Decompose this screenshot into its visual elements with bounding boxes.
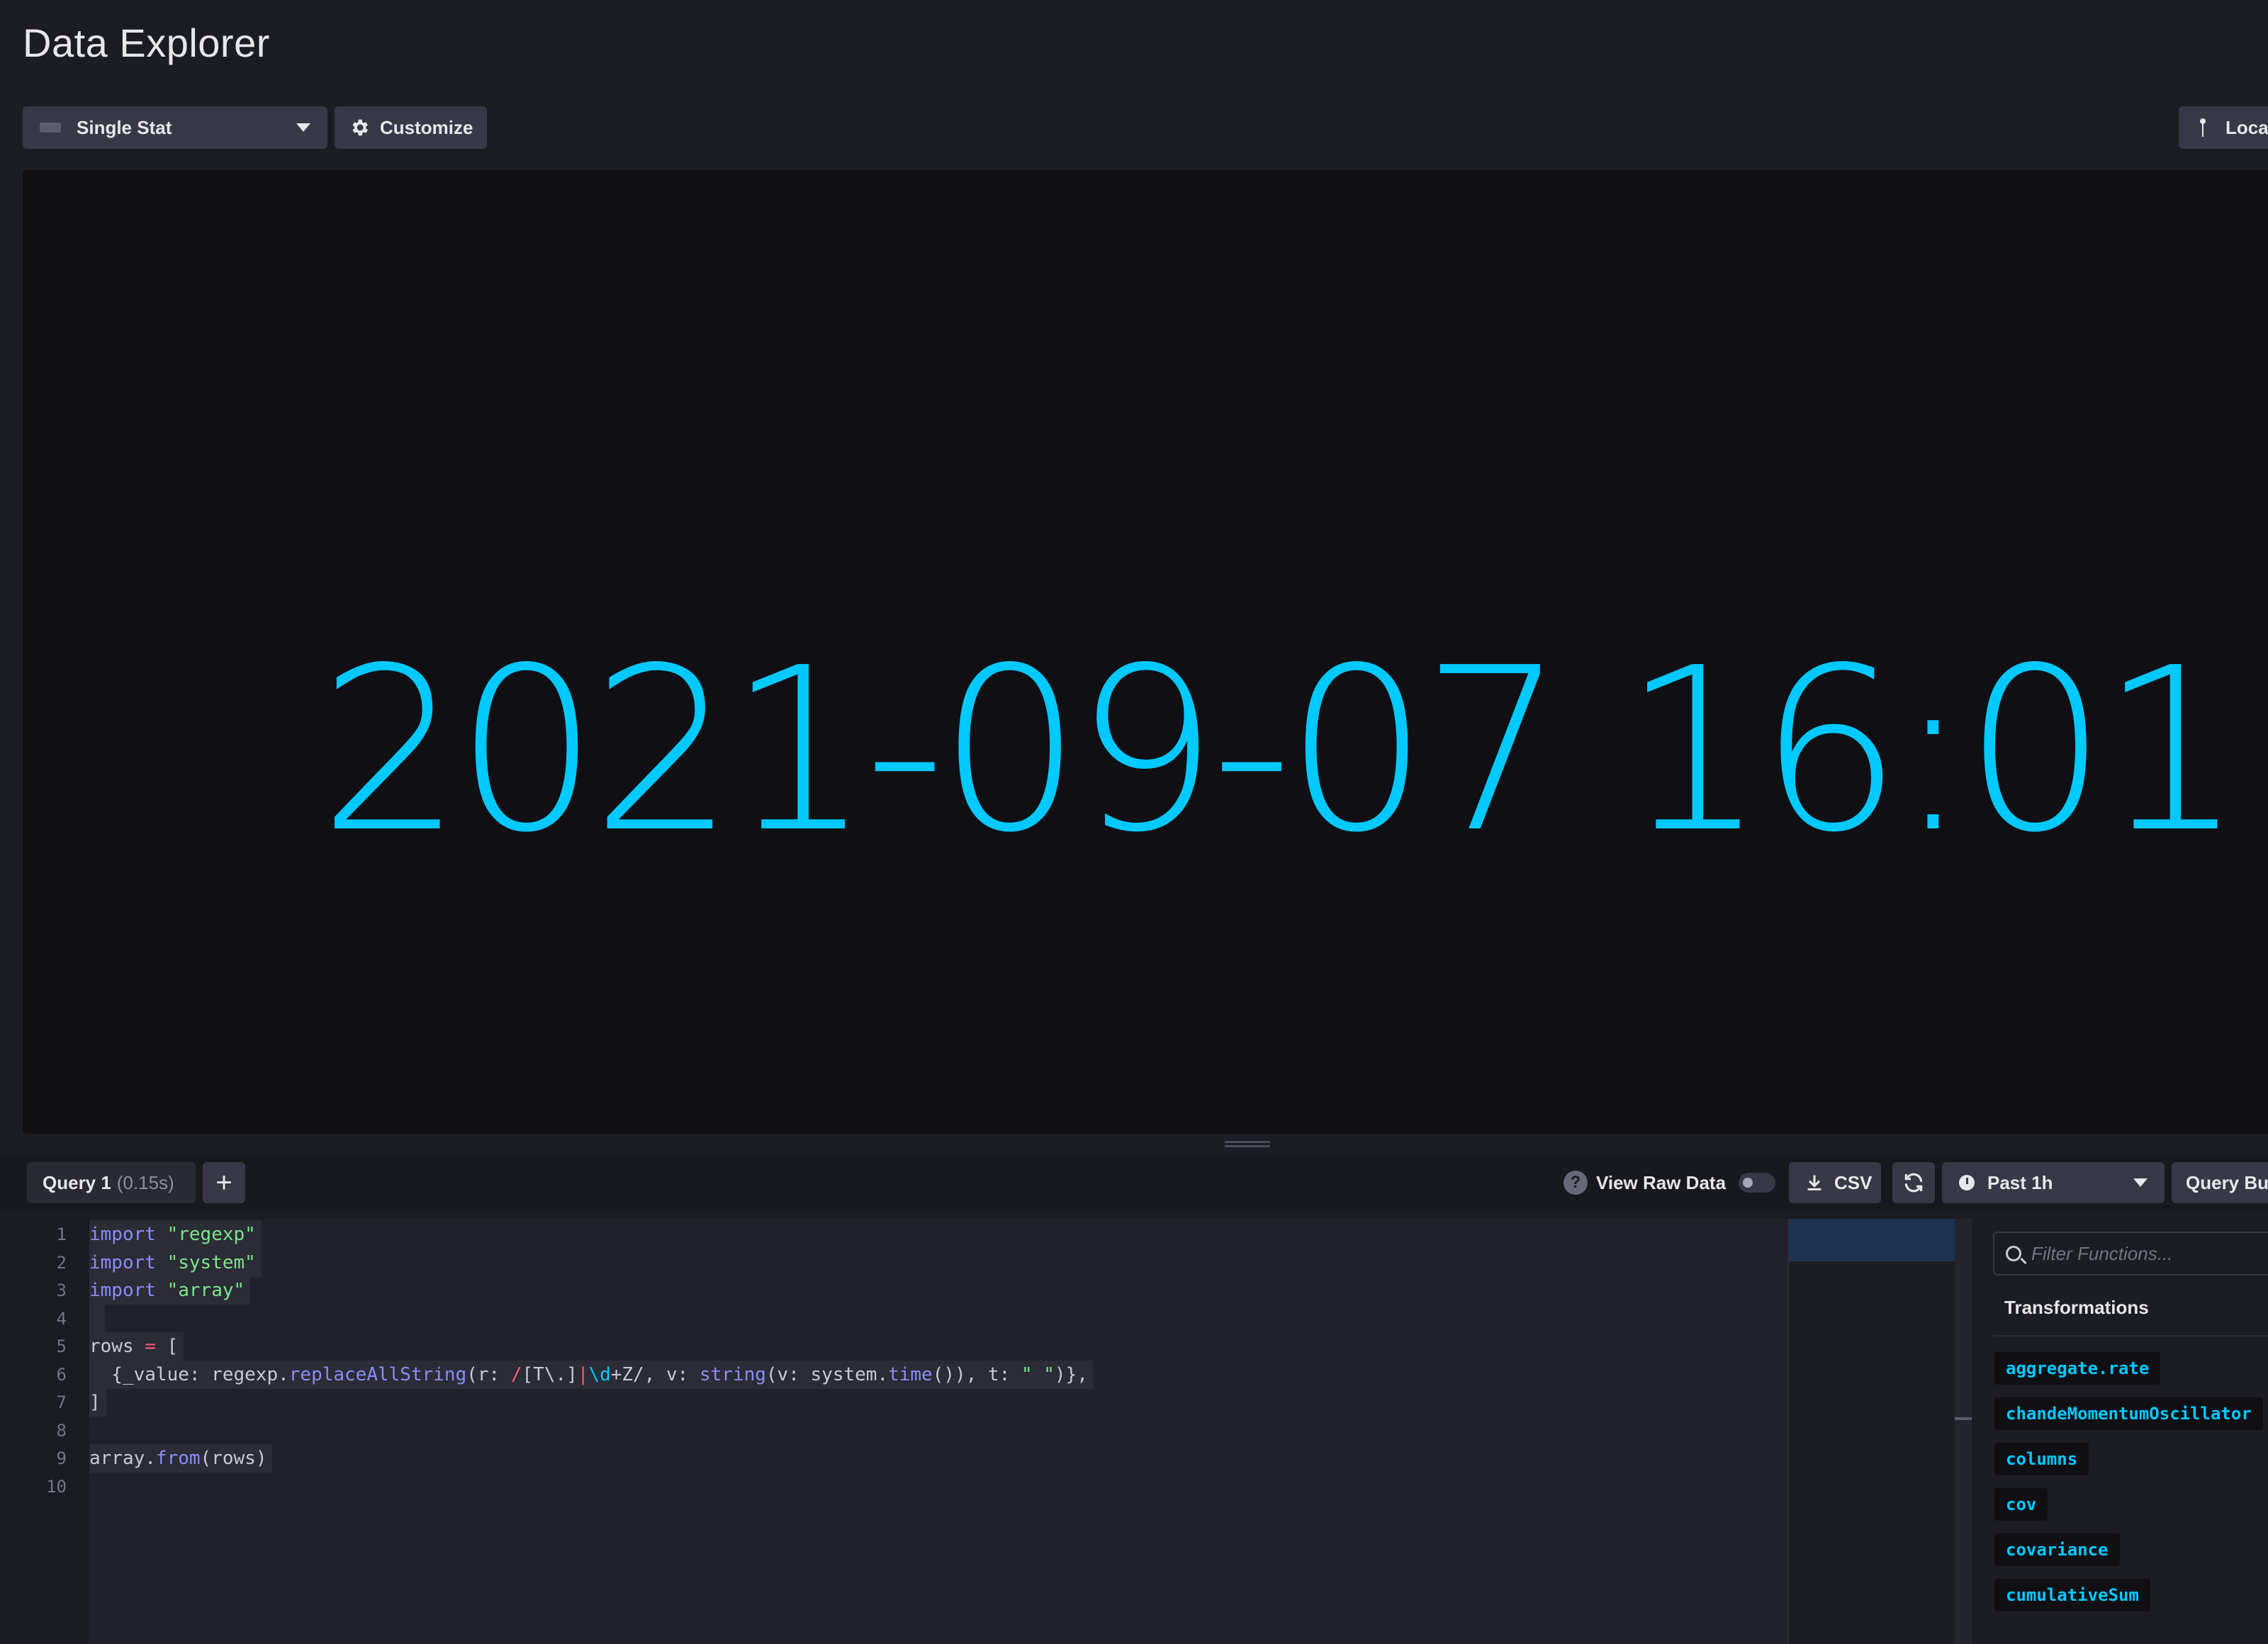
code-line[interactable]: array.from(rows) <box>89 1444 273 1473</box>
clock-icon <box>1959 1175 1975 1190</box>
query-builder-button[interactable]: Query Bui <box>2172 1162 2268 1203</box>
code-line[interactable] <box>89 1304 105 1333</box>
divider <box>1993 1335 2268 1336</box>
line-number: 10 <box>46 1476 67 1497</box>
view-raw-data: ? View Raw Data <box>1564 1162 1776 1203</box>
code-line[interactable]: import "array" <box>89 1276 251 1305</box>
code-line[interactable] <box>89 1473 95 1501</box>
code-line[interactable] <box>89 1417 95 1445</box>
query-bar: Query 1 (0.15s) + ? View Raw Data CSV Pa… <box>0 1156 2268 1209</box>
customize-label: Customize <box>380 116 473 138</box>
single-stat-value: 2021-09-07 16:01:19 <box>319 619 2268 882</box>
function-item[interactable]: columns <box>1994 1443 2089 1475</box>
chevron-down-icon <box>296 123 310 132</box>
line-number: 9 <box>56 1448 67 1468</box>
functions-panel: Filter Functions... Transformations aggr… <box>1980 1219 2268 1644</box>
function-item[interactable]: cumulativeSum <box>1994 1579 2150 1611</box>
line-number: 2 <box>56 1252 67 1273</box>
line-number: 1 <box>56 1224 67 1244</box>
timezone-dropdown[interactable]: Local <box>2179 106 2268 149</box>
script-editor[interactable]: 1 import "regexp" 2 import "system" 3 import … <box>23 1219 1787 1644</box>
code-line[interactable]: import "regexp" <box>89 1220 262 1249</box>
resize-handle[interactable] <box>1225 1139 1270 1148</box>
function-item[interactable]: covariance <box>1994 1533 2120 1566</box>
query-tab[interactable]: Query 1 (0.15s) <box>27 1162 196 1203</box>
search-icon <box>2006 1246 2021 1261</box>
chevron-down-icon <box>2133 1178 2148 1187</box>
filter-functions-placeholder: Filter Functions... <box>2031 1242 2173 1264</box>
vis-type-label: Single Stat <box>77 116 172 138</box>
refresh-button[interactable] <box>1892 1162 1935 1203</box>
time-range-label: Past 1h <box>1987 1171 2053 1193</box>
function-group-title: Transformations <box>2004 1297 2149 1318</box>
query-tab-label: Query 1 <box>43 1171 111 1193</box>
code-line[interactable]: ] <box>89 1388 106 1417</box>
query-timing: (0.15s) <box>116 1171 174 1193</box>
line-number: 8 <box>56 1420 67 1441</box>
gear-icon <box>352 119 368 136</box>
help-icon[interactable]: ? <box>1564 1171 1588 1195</box>
vis-type-dropdown[interactable]: Single Stat <box>23 106 327 149</box>
minimap-viewport[interactable] <box>1789 1219 1956 1261</box>
line-number: 7 <box>56 1392 67 1412</box>
code-line[interactable]: import "system" <box>89 1248 262 1277</box>
editor-minimap[interactable] <box>1787 1219 1956 1644</box>
time-range-dropdown[interactable]: Past 1h <box>1942 1162 2165 1203</box>
page-title: Data Explorer <box>23 21 270 65</box>
code-line[interactable]: {_value: regexp.replaceAllString(r: /[T\… <box>89 1360 1094 1389</box>
visualization-panel: 2021-09-07 16:01:19 <box>23 170 2268 1134</box>
refresh-icon <box>1904 1173 1923 1193</box>
csv-download-button[interactable]: CSV <box>1789 1162 1881 1203</box>
line-number: 6 <box>56 1364 67 1385</box>
customize-button[interactable]: Customize <box>335 106 488 149</box>
function-item[interactable]: cov <box>1994 1488 2048 1521</box>
download-icon <box>1807 1175 1821 1190</box>
line-number: 4 <box>56 1308 67 1329</box>
function-item[interactable]: chandeMomentumOscillator <box>1994 1397 2263 1430</box>
editor-scrollbar[interactable] <box>1955 1219 1972 1644</box>
pin-icon <box>2200 118 2206 137</box>
vis-toolbar: Single Stat Customize <box>23 106 488 150</box>
csv-label: CSV <box>1834 1171 1873 1193</box>
raw-data-label: View Raw Data <box>1596 1171 1727 1193</box>
single-stat-icon <box>40 123 61 133</box>
timezone-label: Local <box>2225 116 2268 138</box>
line-number: 5 <box>56 1336 67 1356</box>
function-item[interactable]: aggregate.rate <box>1994 1352 2161 1385</box>
code-line[interactable]: rows = [ <box>89 1332 184 1361</box>
raw-data-toggle[interactable] <box>1739 1173 1776 1193</box>
filter-functions-input[interactable]: Filter Functions... <box>1993 1232 2268 1276</box>
line-number: 3 <box>56 1280 67 1300</box>
add-query-button[interactable]: + <box>203 1162 245 1203</box>
